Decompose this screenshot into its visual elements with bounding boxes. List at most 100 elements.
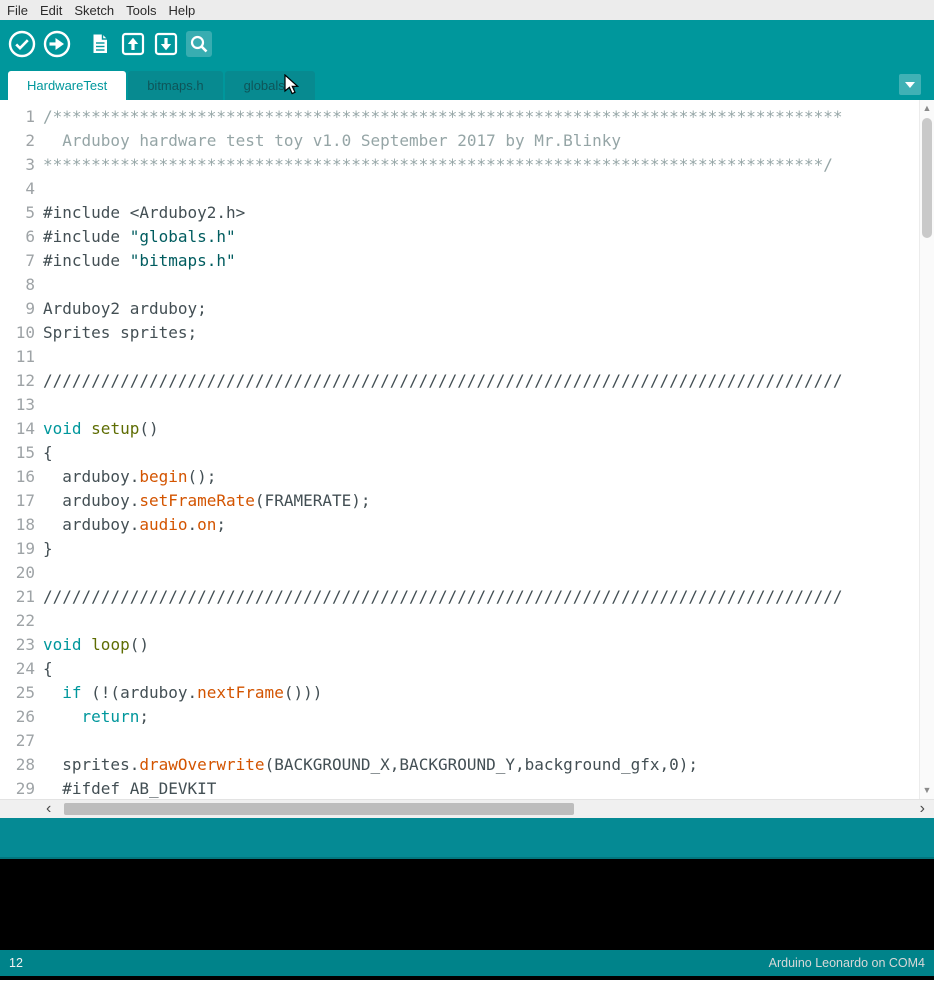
menu-edit[interactable]: Edit <box>35 1 69 20</box>
tab-bar: HardwareTestbitmaps.hglobals.h <box>0 67 934 100</box>
code-line: 6#include "globals.h" <box>0 225 919 249</box>
code-line: 21//////////////////////////////////////… <box>0 585 919 609</box>
code-text: sprites.drawOverwrite(BACKGROUND_X,BACKG… <box>35 753 698 777</box>
code-line: 5#include <Arduboy2.h> <box>0 201 919 225</box>
arrow-down-square-icon <box>153 31 179 57</box>
scroll-right-arrow-icon[interactable]: › <box>920 800 925 818</box>
check-circle-icon <box>8 30 36 58</box>
line-number: 8 <box>0 273 35 297</box>
code-text: } <box>35 537 53 561</box>
line-number: 20 <box>0 561 35 585</box>
magnifier-icon <box>188 33 210 55</box>
new-sketch-button[interactable] <box>87 31 113 57</box>
status-bar: 12 Arduino Leonardo on COM4 <box>0 950 934 976</box>
code-line: 4 <box>0 177 919 201</box>
horizontal-scrollbar[interactable]: ‹ › <box>0 799 934 818</box>
line-number: 18 <box>0 513 35 537</box>
code-line: 3***************************************… <box>0 153 919 177</box>
scroll-up-arrow-icon[interactable]: ▲ <box>920 102 934 115</box>
code-text <box>35 609 43 633</box>
line-number: 25 <box>0 681 35 705</box>
code-text: #include "globals.h" <box>35 225 236 249</box>
code-text <box>35 729 43 753</box>
code-line: 22 <box>0 609 919 633</box>
code-text: /***************************************… <box>35 105 843 129</box>
line-number: 26 <box>0 705 35 729</box>
code-text <box>35 273 43 297</box>
code-text: { <box>35 657 53 681</box>
code-line: 14void setup() <box>0 417 919 441</box>
code-line: 25 if (!(arduboy.nextFrame())) <box>0 681 919 705</box>
code-text: ****************************************… <box>35 153 833 177</box>
tab-globals-h[interactable]: globals.h <box>225 71 315 100</box>
menu-tools[interactable]: Tools <box>121 1 163 20</box>
line-number: 27 <box>0 729 35 753</box>
code-text: #ifdef AB_DEVKIT <box>35 777 216 799</box>
code-line: 19} <box>0 537 919 561</box>
code-line: 24{ <box>0 657 919 681</box>
code-editor[interactable]: 1/**************************************… <box>0 100 934 799</box>
code-line: 10Sprites sprites; <box>0 321 919 345</box>
code-text: void setup() <box>35 417 159 441</box>
open-sketch-button[interactable] <box>120 31 146 57</box>
toolbar <box>0 20 934 67</box>
serial-monitor-button[interactable] <box>186 31 212 57</box>
scroll-down-arrow-icon[interactable]: ▼ <box>920 784 934 797</box>
code-text: arduboy.setFrameRate(FRAMERATE); <box>35 489 371 513</box>
verify-button[interactable] <box>8 30 36 58</box>
code-text: Arduboy2 arduboy; <box>35 297 207 321</box>
menu-sketch[interactable]: Sketch <box>69 1 121 20</box>
line-number: 14 <box>0 417 35 441</box>
code-line: 9Arduboy2 arduboy; <box>0 297 919 321</box>
code-text: ////////////////////////////////////////… <box>35 369 843 393</box>
code-text: arduboy.audio.on; <box>35 513 226 537</box>
document-icon <box>87 31 113 57</box>
arduino-ide-window: FileEditSketchToolsHelp <box>0 0 934 982</box>
scroll-left-arrow-icon[interactable]: ‹ <box>46 800 51 818</box>
menu-file[interactable]: File <box>2 1 35 20</box>
code-line: 27 <box>0 729 919 753</box>
line-number: 1 <box>0 105 35 129</box>
arrow-right-circle-icon <box>43 30 71 58</box>
code-line: 11 <box>0 345 919 369</box>
line-number: 5 <box>0 201 35 225</box>
save-sketch-button[interactable] <box>153 31 179 57</box>
line-number: 12 <box>0 369 35 393</box>
code-line: 16 arduboy.begin(); <box>0 465 919 489</box>
code-line: 13 <box>0 393 919 417</box>
line-number: 9 <box>0 297 35 321</box>
upload-button[interactable] <box>43 30 71 58</box>
line-number: 13 <box>0 393 35 417</box>
code-text: #include "bitmaps.h" <box>35 249 236 273</box>
tab-list-dropdown-button[interactable] <box>899 74 921 95</box>
code-line: 2 Arduboy hardware test toy v1.0 Septemb… <box>0 129 919 153</box>
line-number: 17 <box>0 489 35 513</box>
line-number: 29 <box>0 777 35 799</box>
line-number: 22 <box>0 609 35 633</box>
code-line: 7#include "bitmaps.h" <box>0 249 919 273</box>
code-text <box>35 345 43 369</box>
code-text: Arduboy hardware test toy v1.0 September… <box>35 129 621 153</box>
line-number: 3 <box>0 153 35 177</box>
vertical-scrollbar-thumb[interactable] <box>922 118 932 238</box>
tab-bitmaps-h[interactable]: bitmaps.h <box>128 71 222 100</box>
code-text: #include <Arduboy2.h> <box>35 201 245 225</box>
code-line: 1/**************************************… <box>0 105 919 129</box>
code-text <box>35 393 43 417</box>
code-text: if (!(arduboy.nextFrame())) <box>35 681 322 705</box>
horizontal-scrollbar-thumb[interactable] <box>64 803 574 815</box>
vertical-scrollbar[interactable]: ▲ ▼ <box>919 100 934 799</box>
code-line: 23void loop() <box>0 633 919 657</box>
line-number: 19 <box>0 537 35 561</box>
menu-bar: FileEditSketchToolsHelp <box>0 0 934 20</box>
line-number: 28 <box>0 753 35 777</box>
line-number: 2 <box>0 129 35 153</box>
tab-hardwaretest[interactable]: HardwareTest <box>8 71 126 100</box>
menu-help[interactable]: Help <box>163 1 202 20</box>
line-number: 16 <box>0 465 35 489</box>
board-port-label: Arduino Leonardo on COM4 <box>769 956 925 970</box>
code-line: 18 arduboy.audio.on; <box>0 513 919 537</box>
code-text <box>35 561 43 585</box>
code-text <box>35 177 43 201</box>
code-line: 12//////////////////////////////////////… <box>0 369 919 393</box>
